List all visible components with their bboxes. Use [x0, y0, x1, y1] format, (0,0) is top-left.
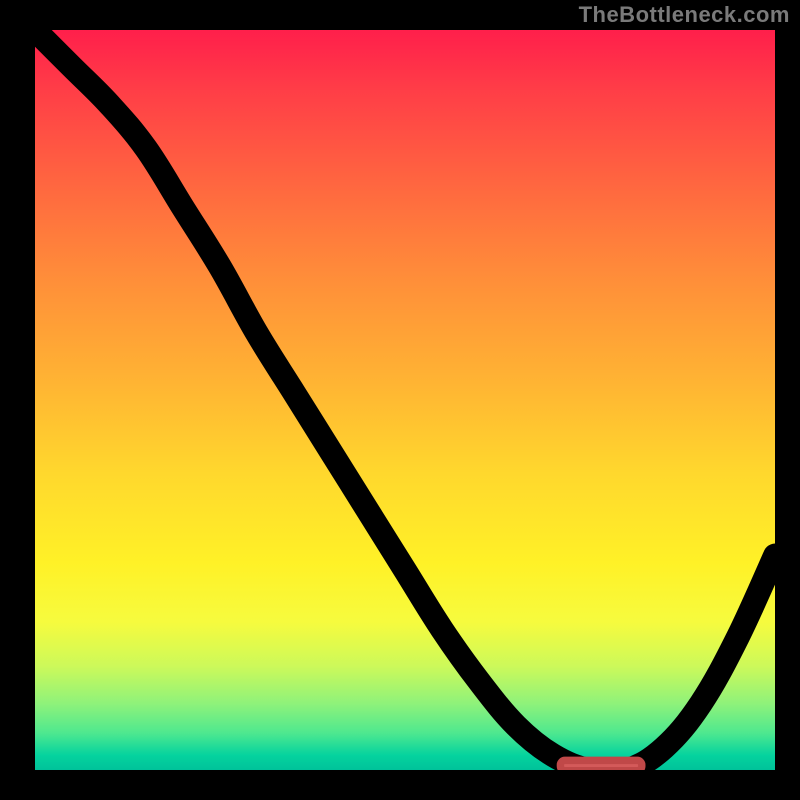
- watermark-text: TheBottleneck.com: [579, 2, 790, 28]
- chart-svg: [35, 30, 775, 770]
- chart-frame: TheBottleneck.com: [0, 0, 800, 800]
- optimal-range-marker: [560, 760, 641, 770]
- plot-area: [35, 30, 775, 770]
- bottleneck-curve: [35, 30, 775, 770]
